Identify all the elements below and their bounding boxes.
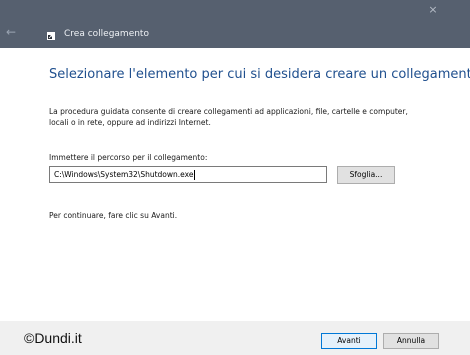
back-arrow-icon[interactable]: ← <box>6 26 20 38</box>
page-heading: Selezionare l'elemento per cui si deside… <box>49 67 470 82</box>
title-bar: ← Crea collegamento × <box>0 0 470 48</box>
window-title: Crea collegamento <box>64 29 149 39</box>
shortcut-wizard-icon <box>47 32 55 40</box>
wizard-description: La procedura guidata consente di creare … <box>49 107 408 127</box>
continue-instruction: Per continuare, fare clic su Avanti. <box>49 211 178 220</box>
text-caret <box>194 170 196 180</box>
close-icon[interactable]: × <box>427 4 439 16</box>
cancel-button[interactable]: Annulla <box>383 333 439 349</box>
next-button[interactable]: Avanti <box>321 333 377 349</box>
browse-button[interactable]: Sfoglia... <box>337 166 395 184</box>
path-input[interactable]: C:\Windows\System32\Shutdown.exe <box>49 166 327 183</box>
path-input-value: C:\Windows\System32\Shutdown.exe <box>54 170 194 179</box>
watermark: ©Dundi.it <box>24 330 82 346</box>
path-field-label: Immettere il percorso per il collegament… <box>49 153 208 162</box>
